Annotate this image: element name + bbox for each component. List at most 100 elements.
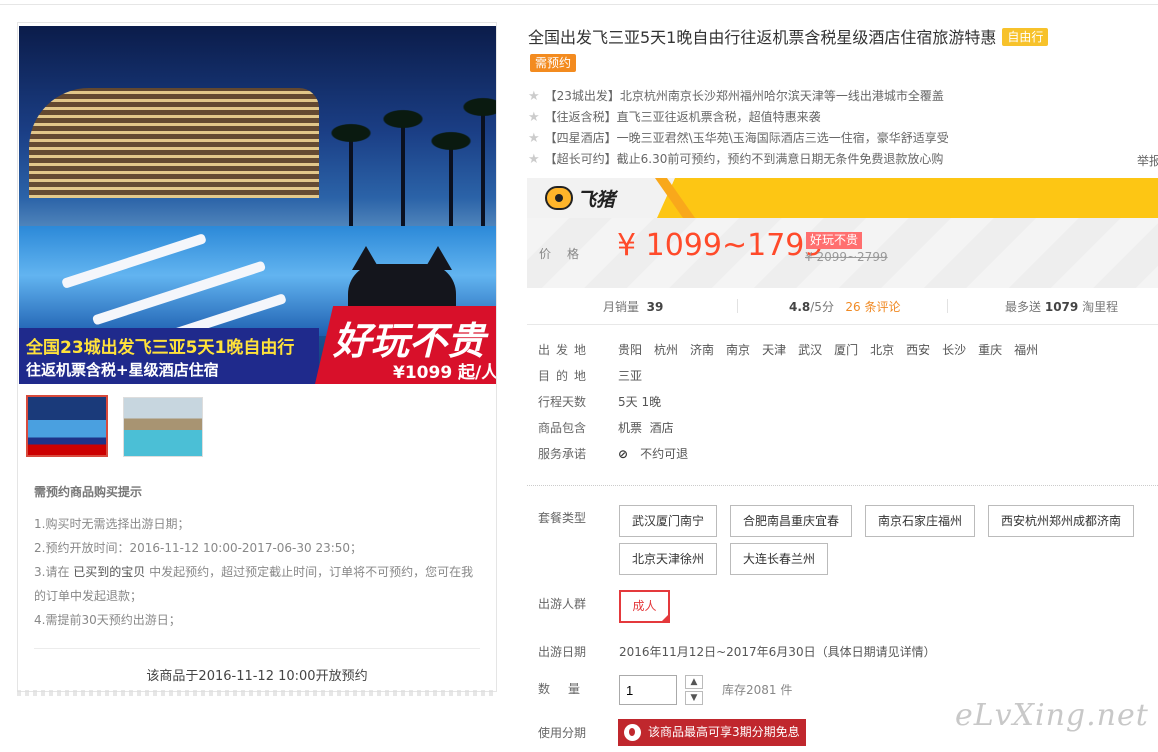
reviews-link[interactable]: 26 条评论 [845, 300, 900, 314]
city: 武汉 [798, 343, 823, 357]
city: 南京 [726, 343, 751, 357]
feature-list: ★ 【23城出发】北京杭州南京长沙郑州福州哈尔滨天津等一线出港城市全覆盖 ★ 【往返… [528, 86, 1128, 170]
feature-text: 【超长可约】截止6.30前可预约，预约不到满意日期无条件免费退款放心购 [544, 152, 944, 166]
thumbnail-2[interactable] [123, 397, 203, 457]
traveler-option-adult[interactable]: 成人 [619, 590, 670, 623]
includes-value: 机票 酒店 [618, 421, 674, 435]
hero-promo-slogan: 好玩不贵 [333, 319, 486, 363]
fliggy-pig-icon [545, 186, 573, 210]
stats-divider [947, 299, 948, 313]
brand-bar: 飞猪 [527, 178, 1158, 218]
gallery-card: 全国23城出发飞三亚5天1晚自由行 往返机票含税+星级酒店住宿 好玩不贵 ¥10… [17, 22, 497, 692]
stats-bar: 月销量 39 4.8/5分 26 条评论 最多送 1079 淘里程 [527, 289, 1158, 325]
city: 贵阳 [618, 343, 643, 357]
city: 杭州 [654, 343, 679, 357]
product-title-text: 全国出发飞三亚5天1晚自由行往返机票含税星级酒店住宿旅游特惠 [528, 28, 997, 47]
monthly-sales-value: 39 [646, 300, 664, 314]
report-link[interactable]: 举报 [1137, 152, 1158, 169]
notice-line: 1.购买时无需选择出游日期； [34, 517, 190, 531]
palm-graphic [427, 130, 475, 236]
brand-stripe [657, 178, 1158, 218]
main-product-image[interactable]: 全国23城出发飞三亚5天1晚自由行 往返机票含税+星级酒店住宿 好玩不贵 ¥10… [19, 26, 496, 384]
card-zigzag-edge [17, 690, 497, 696]
installment-icon [624, 724, 641, 741]
package-option[interactable]: 西安杭州郑州成都济南 [988, 505, 1135, 537]
promise-value[interactable]: 不约可退 [640, 447, 688, 461]
product-properties: 出发地 贵阳 杭州 济南 南京 天津 武汉 厦门 北京 西安 长沙 重庆 福州 目的地 三亚 行程天数… [538, 340, 1148, 470]
promise-value-wrap: ⊘ 不约可退 [618, 444, 700, 464]
city: 福州 [1014, 343, 1039, 357]
section-divider [527, 485, 1158, 486]
stock-text: 库存2081 件 [722, 683, 793, 697]
product-title: 全国出发飞三亚5天1晚自由行往返机票含税星级酒店住宿旅游特惠 自由行 [528, 26, 1128, 50]
hero-promo-price: ¥1099 起/人 [393, 363, 496, 383]
rating-value: 4.8 [789, 300, 811, 314]
check-circle-icon: ⊘ [618, 447, 629, 461]
prop-destination: 目的地 三亚 [538, 366, 1148, 392]
top-divider [0, 4, 1158, 5]
notice-title: 需预约商品购买提示 [34, 485, 143, 499]
quantity-increase-button[interactable]: ▲ [685, 675, 703, 689]
price-box: 价格 ¥ 1099~1799 好玩不贵 ¥ 2099~2799 [527, 218, 1158, 288]
prop-days: 行程天数 5天 1晚 [538, 392, 1148, 418]
package-option[interactable]: 武汉厦门南宁 [619, 505, 718, 537]
price-value: ¥ 1099~1799 [617, 228, 824, 263]
hero-promo: 好玩不贵 ¥1099 起/人 [315, 306, 496, 384]
star-icon: ★ [528, 89, 540, 104]
quantity-decrease-button[interactable]: ▼ [685, 691, 703, 705]
prop-includes: 商品包含 机票 酒店 [538, 418, 1148, 444]
package-option[interactable]: 南京石家庄福州 [865, 505, 976, 537]
notice-line3-pre: 3.请在 [34, 565, 70, 579]
feature-text: 【往返含税】直飞三亚往返机票含税，超值特惠来袭 [544, 110, 821, 124]
travel-date-value: 2016年11月12日~2017年6月30日（具体日期请见详情） [619, 645, 936, 659]
notice-line: 2.预约开放时间：2016-11-12 10:00-2017-06-30 23:… [34, 541, 363, 555]
palm-graphic [459, 96, 496, 236]
feature-item: ★ 【超长可约】截止6.30前可预约，预约不到满意日期无条件免费退款放心购 [528, 149, 1128, 170]
quantity-input[interactable] [619, 675, 677, 705]
miles-value: 1079 [1044, 300, 1079, 314]
booking-notice: 需预约商品购买提示 1.购买时无需选择出游日期； 2.预约开放时间：2016-1… [34, 483, 480, 684]
monthly-sales: 月销量 39 [603, 298, 663, 315]
departure-label: 出发地 [538, 343, 593, 357]
original-price: ¥ 2099~2799 [805, 250, 888, 264]
notice-divider [34, 648, 480, 649]
package-option[interactable]: 合肥南昌重庆宜春 [730, 505, 853, 537]
destination-label: 目的地 [538, 369, 593, 383]
travelers-label: 出游人群 [538, 597, 587, 611]
city: 西安 [906, 343, 931, 357]
thumbnail-1[interactable] [26, 395, 108, 457]
free-travel-tag: 自由行 [1002, 28, 1049, 46]
prop-departure: 出发地 贵阳 杭州 济南 南京 天津 武汉 厦门 北京 西安 长沙 重庆 福州 [538, 340, 1148, 366]
city: 厦门 [834, 343, 859, 357]
site-watermark: eLvXing.net [955, 698, 1149, 733]
package-option[interactable]: 北京天津徐州 [619, 543, 718, 575]
feature-item: ★ 【23城出发】北京杭州南京长沙郑州福州哈尔滨天津等一线出港城市全覆盖 [528, 86, 1128, 107]
palm-graphic [327, 122, 375, 236]
includes-label: 商品包含 [538, 421, 587, 435]
booking-open-text: 该商品于2016-11-12 10:00开放预约 [146, 669, 368, 684]
purchased-items-link[interactable]: 已买到的宝贝 [73, 565, 145, 579]
package-option[interactable]: 大连长春兰州 [730, 543, 829, 575]
miles-suffix: 淘里程 [1082, 300, 1119, 314]
monthly-sales-label: 月销量 [603, 300, 640, 314]
rating: 4.8/5分 26 条评论 [789, 298, 901, 315]
hotel-graphic [29, 88, 319, 198]
booking-tag-wrap: 需预约 [530, 54, 577, 72]
city: 北京 [870, 343, 895, 357]
city: 天津 [762, 343, 787, 357]
hero-banner-line1: 全国23城出发飞三亚5天1晚自由行 [26, 338, 295, 358]
stats-divider [737, 299, 738, 313]
prop-promise: 服务承诺 ⊘ 不约可退 [538, 444, 1148, 470]
promise-label: 服务承诺 [538, 447, 587, 461]
quantity-label: 数量 [538, 682, 599, 696]
city: 长沙 [942, 343, 967, 357]
installment-button[interactable]: 该商品最高可享3期分期免息 [618, 719, 806, 746]
miles: 最多送 1079 淘里程 [1005, 298, 1118, 315]
fliggy-logo-text: 飞猪 [577, 188, 616, 211]
star-icon: ★ [528, 131, 540, 146]
feature-text: 【四星酒店】一晚三亚君然\玉华苑\玉海国际酒店三选一住宿，豪华舒适享受 [544, 131, 949, 145]
fliggy-logo[interactable]: 飞猪 [545, 186, 616, 211]
star-icon: ★ [528, 152, 540, 167]
rating-suffix: /5分 [810, 300, 834, 314]
installment-label: 使用分期 [538, 726, 587, 740]
